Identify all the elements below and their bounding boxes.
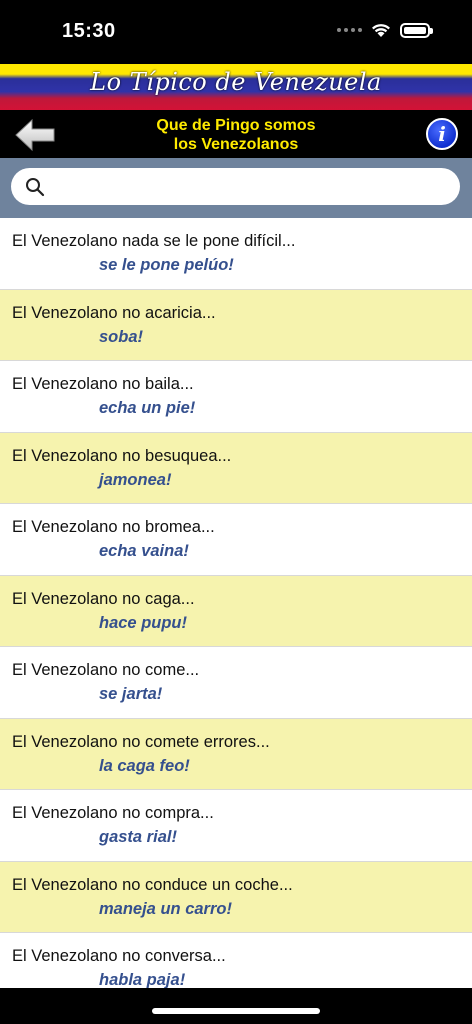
search-box[interactable] — [11, 168, 460, 205]
status-bar: 15:30 — [0, 0, 472, 64]
item-phrase: El Venezolano no compra... — [12, 804, 214, 822]
item-phrase: El Venezolano no bromea... — [12, 518, 215, 536]
item-answer: se jarta! — [99, 685, 163, 703]
item-phrase: El Venezolano no baila... — [12, 375, 194, 393]
phrase-list: El Venezolano nada se le pone difícil...… — [0, 218, 472, 988]
item-phrase: El Venezolano no conduce un coche... — [12, 875, 293, 894]
item-answer: jamonea! — [99, 470, 172, 489]
item-answer: la caga feo! — [99, 756, 190, 775]
item-answer: echa vaina! — [99, 542, 189, 560]
item-answer: echa un pie! — [99, 399, 196, 417]
back-button[interactable] — [14, 118, 56, 152]
item-answer: habla paja! — [99, 971, 186, 988]
search-input[interactable] — [55, 168, 445, 205]
list-item[interactable]: El Venezolano no baila... echa un pie! — [0, 361, 472, 433]
home-indicator-area — [0, 988, 472, 1024]
item-answer: se le pone pelúo! — [99, 256, 234, 274]
battery-icon — [400, 22, 433, 38]
home-indicator[interactable] — [152, 1008, 320, 1014]
item-phrase: El Venezolano no conversa... — [12, 947, 226, 965]
item-phrase: El Venezolano no come... — [12, 661, 200, 679]
search-icon — [26, 178, 45, 197]
list-item[interactable]: El Venezolano no acaricia... soba! — [0, 289, 472, 361]
item-phrase: El Venezolano no caga... — [12, 589, 195, 608]
nav-title-line2: los Venezolanos — [173, 136, 299, 153]
item-answer: hace pupu! — [99, 613, 188, 632]
venezuela-flag-banner: Lo Típico de Venezuela — [0, 64, 472, 110]
list-item[interactable]: El Venezolano no bromea... echa vaina! — [0, 504, 472, 576]
item-phrase: El Venezolano no besuquea... — [12, 446, 232, 465]
list-item[interactable]: El Venezolano no compra... gasta rial! — [0, 790, 472, 862]
item-phrase: El Venezolano no acaricia... — [12, 303, 216, 322]
list-item[interactable]: El Venezolano no conversa... habla paja! — [0, 933, 472, 988]
list-item[interactable]: El Venezolano no comete errores... la cag… — [0, 718, 472, 790]
list-item[interactable]: El Venezolano no come... se jarta! — [0, 647, 472, 719]
item-phrase: El Venezolano nada se le pone difícil... — [12, 232, 296, 250]
item-phrase: El Venezolano no comete errores... — [12, 732, 270, 751]
status-time: 15:30 — [62, 20, 116, 42]
item-answer: soba! — [99, 327, 144, 346]
status-icons — [337, 22, 433, 38]
list-item[interactable]: El Venezolano no conduce un coche... mane… — [0, 861, 472, 933]
wifi-icon — [372, 24, 390, 37]
app-title: Lo Típico de Venezuela — [90, 68, 382, 96]
nav-bar: Que de Pingo somos los Venezolanos i — [0, 110, 472, 158]
search-bar — [0, 158, 472, 218]
list-item[interactable]: El Venezolano no besuquea... jamonea! — [0, 432, 472, 504]
signal-icon — [337, 28, 362, 32]
item-answer: maneja un carro! — [99, 899, 232, 918]
item-answer: gasta rial! — [99, 828, 177, 846]
list-item[interactable]: El Venezolano nada se le pone difícil...… — [0, 218, 472, 290]
nav-title: Que de Pingo somos los Venezolanos — [100, 116, 372, 154]
nav-title-line1: Que de Pingo somos — [156, 117, 316, 134]
back-arrow-icon — [15, 118, 55, 152]
info-button[interactable]: i — [426, 118, 458, 150]
list-item[interactable]: El Venezolano no caga... hace pupu! — [0, 575, 472, 647]
